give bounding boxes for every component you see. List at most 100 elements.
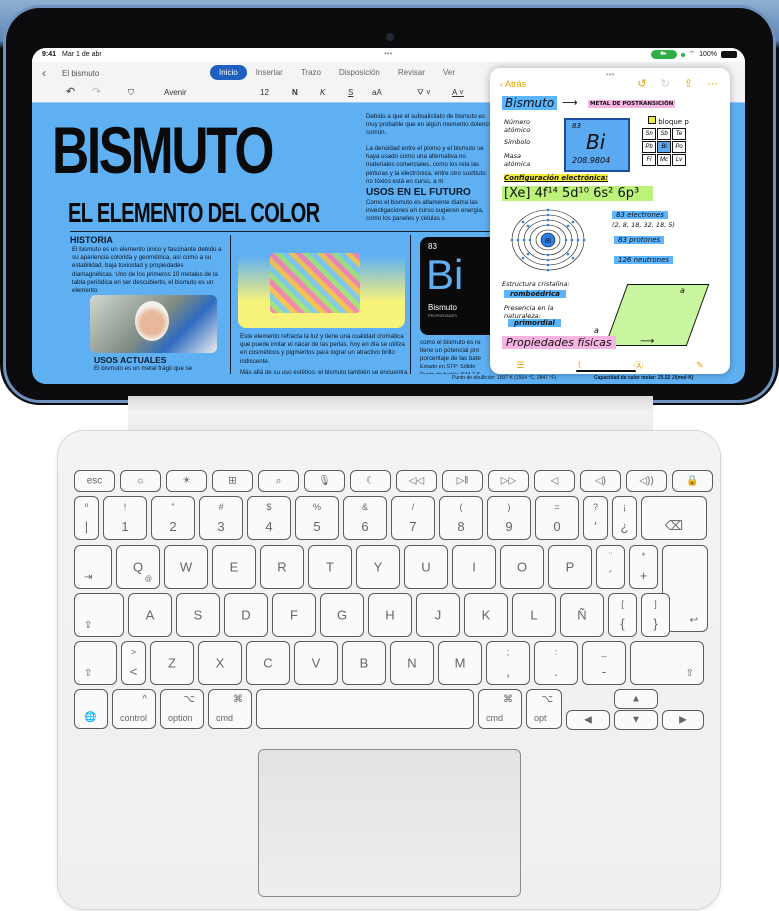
key-f[interactable]: F (272, 593, 316, 637)
key-j[interactable]: J (416, 593, 460, 637)
bold-button[interactable]: N (292, 88, 298, 97)
key-k[interactable]: K (464, 593, 508, 637)
more-icon[interactable]: ⋯ (707, 77, 718, 90)
option-key[interactable]: ⌥ option (160, 689, 204, 729)
bismuth-crystal-image[interactable] (238, 238, 405, 328)
key-u[interactable]: U (404, 545, 448, 589)
arrow-left-key[interactable]: ◀ (566, 710, 610, 730)
notes-back-button[interactable]: ‹ Atrás (500, 79, 526, 89)
fn-key-6[interactable]: ☾ (350, 470, 391, 492)
number-key-9[interactable]: ) 9 (487, 496, 531, 540)
key-t[interactable]: T (308, 545, 352, 589)
font-case-button[interactable]: aA (372, 88, 382, 97)
key-ñ[interactable]: Ñ (560, 593, 604, 637)
font-size-selector[interactable]: 12 (260, 88, 269, 97)
key-i[interactable]: I (452, 545, 496, 589)
key-c[interactable]: C (246, 641, 290, 685)
fn-key-0[interactable]: esc (74, 470, 115, 492)
number-key-6[interactable]: & 6 (343, 496, 387, 540)
number-key-5[interactable]: % 5 (295, 496, 339, 540)
tab-revisar[interactable]: Revisar (389, 65, 434, 80)
document-title[interactable]: El bismuto (62, 69, 99, 78)
compose-icon[interactable]: ✎ (696, 360, 704, 371)
redo-icon[interactable]: ↷ (92, 85, 101, 98)
share-icon[interactable]: ⇪ (684, 77, 693, 90)
number-key-4[interactable]: $4 (247, 496, 291, 540)
key-o[interactable]: O (500, 545, 544, 589)
tab-trazo[interactable]: Trazo (292, 65, 330, 80)
number-key-13[interactable]: ⌫ (641, 496, 707, 540)
tab-ver[interactable]: Ver (434, 65, 464, 80)
key-g[interactable]: G (320, 593, 364, 637)
symbol-key[interactable]: ¨ ´ (596, 545, 625, 589)
fn-key-10[interactable]: ◁ (534, 470, 575, 492)
attachment-icon[interactable]: ⌇ (577, 360, 581, 371)
key-r[interactable]: R (260, 545, 304, 589)
multitask-dots[interactable]: ••• (384, 49, 392, 58)
strike-button[interactable]: S (348, 88, 353, 97)
tab-key[interactable]: ⇥ (74, 545, 112, 589)
key-s[interactable]: S (176, 593, 220, 637)
number-key-0[interactable]: º | (74, 496, 99, 540)
undo-icon[interactable]: ↺ (637, 77, 646, 90)
fn-key-7[interactable]: ◁◁ (396, 470, 437, 492)
number-key-3[interactable]: #3 (199, 496, 243, 540)
undo-icon[interactable]: ↶ (66, 85, 75, 98)
redo-icon[interactable]: ↻ (661, 77, 670, 90)
fn-key-9[interactable]: ▷▷ (488, 470, 529, 492)
bracket-key[interactable]: ]} (641, 593, 670, 637)
fn-key-11[interactable]: ◁) (580, 470, 621, 492)
fn-key-4[interactable]: ⌕ (258, 470, 299, 492)
slideover-grabber[interactable]: ••• (606, 70, 614, 79)
right-shift-key[interactable]: ⇧ (630, 641, 704, 685)
font-color-icon[interactable]: A ˅ (452, 88, 464, 97)
fn-key-13[interactable]: 🔒 (672, 470, 713, 492)
arrow-right-key[interactable]: ▶ (662, 710, 704, 730)
number-key-2[interactable]: " 2 (151, 496, 195, 540)
punctuation-key[interactable]: :. (534, 641, 578, 685)
key-h[interactable]: H (368, 593, 412, 637)
notes-slideover[interactable]: ••• ‹ Atrás ↺ ↻ ⇪ ⋯ Bismuto ⟶ METAL DE P… (490, 68, 730, 374)
control-key[interactable]: ^ control (112, 689, 156, 729)
trackpad[interactable] (258, 749, 521, 897)
key-a[interactable]: A (128, 593, 172, 637)
author-photo[interactable] (90, 295, 217, 353)
number-key-7[interactable]: /7 (391, 496, 435, 540)
command-key[interactable]: ⌘ cmd (208, 689, 252, 729)
key-x[interactable]: X (198, 641, 242, 685)
tab-inicio[interactable]: Inicio (210, 65, 247, 80)
tab-insertar[interactable]: Insertar (247, 65, 292, 80)
key-l[interactable]: L (512, 593, 556, 637)
checklist-icon[interactable]: ☰ (516, 360, 524, 371)
tab-disposicion[interactable]: Disposición (330, 65, 389, 80)
key-m[interactable]: M (438, 641, 482, 685)
key-d[interactable]: D (224, 593, 268, 637)
left-shift-key[interactable]: ⇧ (74, 641, 117, 685)
fn-key-3[interactable]: ⊞ (212, 470, 253, 492)
key-e[interactable]: E (212, 545, 256, 589)
key-z[interactable]: Z (150, 641, 194, 685)
fn-key-2[interactable]: ☀ (166, 470, 207, 492)
arrow-down-key[interactable]: ▼ (614, 710, 658, 730)
number-key-12[interactable]: ¡ ¿ (612, 496, 637, 540)
italic-button[interactable]: K (320, 88, 325, 97)
fn-key-5[interactable]: 🎙 (304, 470, 345, 492)
key-v[interactable]: V (294, 641, 338, 685)
fn-key-12[interactable]: ◁)) (626, 470, 667, 492)
caps-lock-key[interactable]: ⇪ (74, 593, 124, 637)
key-y[interactable]: Y (356, 545, 400, 589)
document-canvas[interactable]: BISMUTO EL ELEMENTO DEL COLOR Debido a q… (32, 103, 500, 384)
key-w[interactable]: W (164, 545, 208, 589)
highlight-icon[interactable]: ⛛ ˅ (417, 88, 431, 98)
number-key-1[interactable]: ! 1 (103, 496, 147, 540)
fn-key-1[interactable]: ☼ (120, 470, 161, 492)
symbol-key[interactable]: * + (629, 545, 658, 589)
right-option-key[interactable]: ⌥ opt (526, 689, 562, 729)
arrow-up-key[interactable]: ▲ (614, 689, 658, 709)
key-b[interactable]: B (342, 641, 386, 685)
punctuation-key[interactable]: ;, (486, 641, 530, 685)
bracket-key[interactable]: [{ (608, 593, 637, 637)
number-key-11[interactable]: ? ' (583, 496, 608, 540)
angle-bracket-key[interactable]: > < (121, 641, 146, 685)
key-p[interactable]: P (548, 545, 592, 589)
